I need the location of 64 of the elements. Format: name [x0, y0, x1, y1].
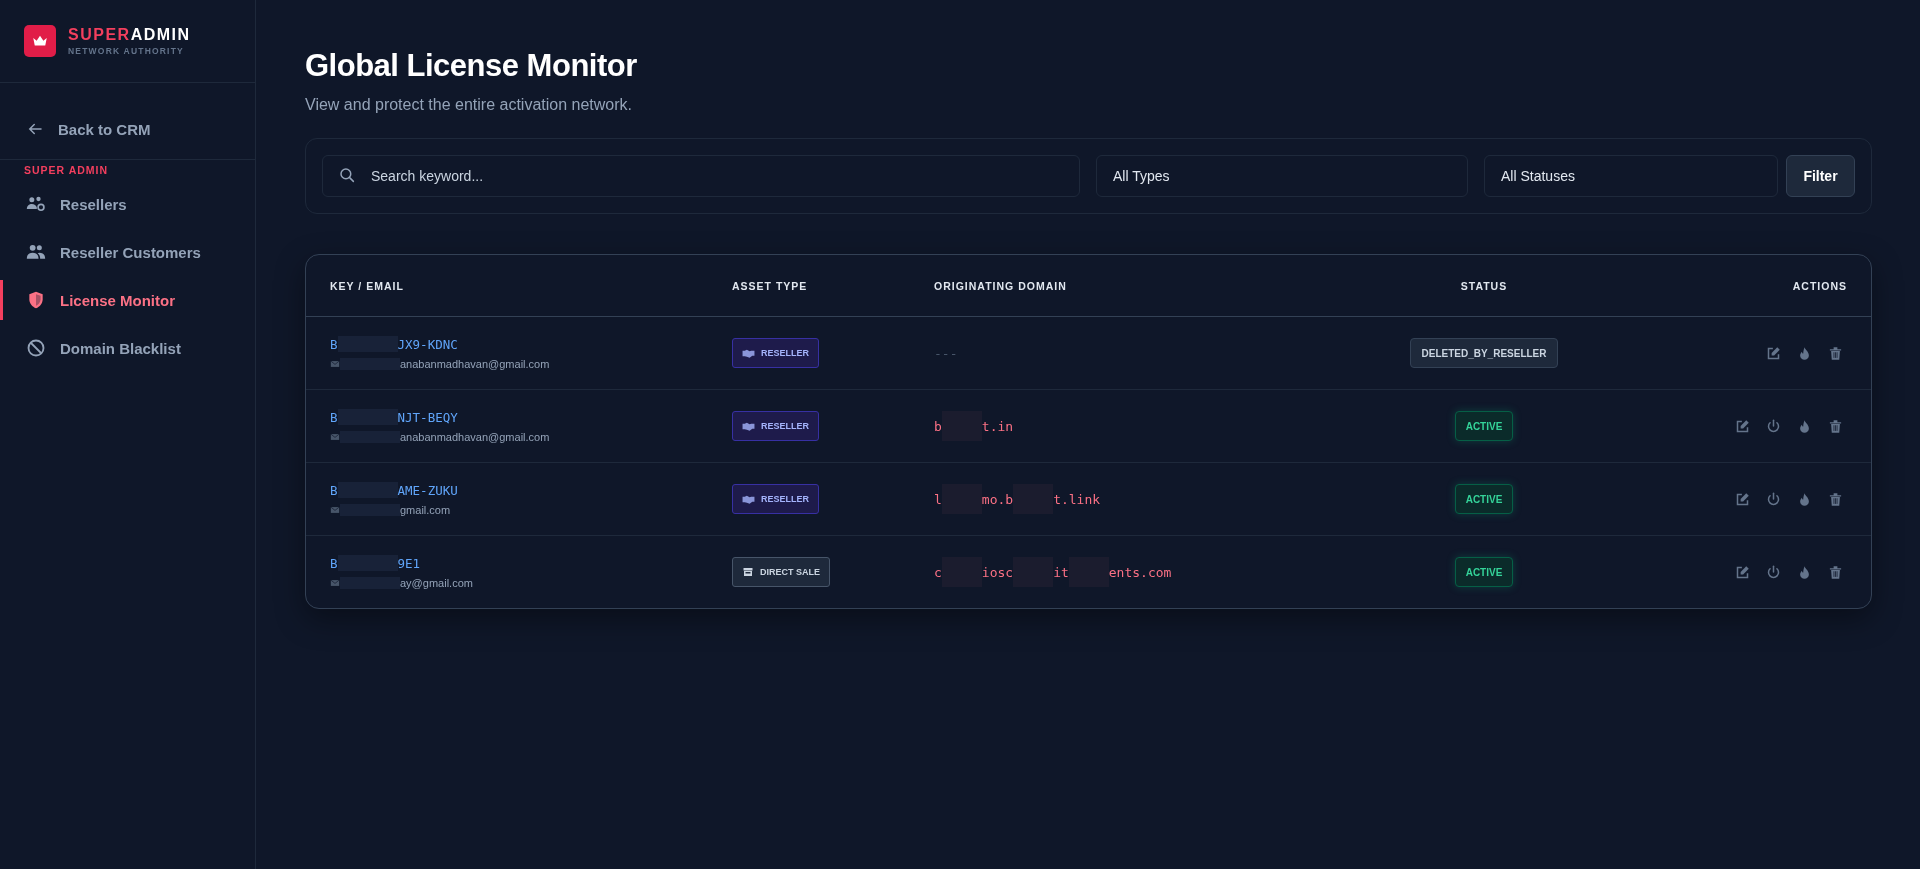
- envelope-icon: [330, 432, 340, 442]
- sidebar-item[interactable]: Reseller Customers: [0, 232, 255, 272]
- sidebar-item[interactable]: License Monitor: [0, 280, 255, 320]
- sidebar-item[interactable]: Resellers: [0, 184, 255, 224]
- redaction-block: [340, 358, 400, 370]
- store-icon: [742, 566, 754, 578]
- column-header: STATUS: [1459, 279, 1509, 292]
- type-dropdown[interactable]: All Types: [1096, 155, 1468, 197]
- filter-button[interactable]: Filter: [1786, 155, 1855, 197]
- domain-text: it: [1053, 564, 1069, 580]
- license-key: B: [330, 336, 338, 352]
- redaction-block: [340, 431, 400, 443]
- status-badge: ACTIVE: [1454, 411, 1514, 441]
- back-link[interactable]: Back to CRM: [0, 111, 151, 147]
- status-badge: ACTIVE: [1454, 484, 1514, 514]
- license-key: 9E1: [397, 555, 421, 571]
- license-key: B: [330, 482, 338, 498]
- crown-logo-icon: [24, 25, 56, 57]
- domain-text: l: [934, 491, 942, 507]
- ban-icon: [26, 338, 46, 358]
- domain-text: mo.b: [981, 491, 1014, 507]
- email-text: ay@gmail.com: [400, 577, 473, 589]
- envelope-icon: [330, 578, 340, 588]
- domain-text: b: [934, 418, 942, 434]
- page-title: Global License Monitor: [305, 48, 638, 84]
- license-key: B: [330, 555, 338, 571]
- status-dropdown[interactable]: All Statuses: [1484, 155, 1778, 197]
- column-header: ORIGINATING DOMAIN: [934, 279, 1068, 292]
- domain-text: t.in: [981, 418, 1014, 434]
- asset-type-badge: RESELLER: [732, 484, 819, 514]
- envelope-icon: [330, 505, 340, 515]
- brand-tagline: NETWORK AUTHORITY: [68, 46, 185, 56]
- status-badge: DELETED_BY_RESELLER: [1410, 338, 1558, 368]
- domain-text: t.link: [1053, 491, 1101, 507]
- search-field[interactable]: Search keyword...: [322, 155, 1080, 197]
- sidebar-item[interactable]: Domain Blacklist: [0, 328, 255, 368]
- envelope-icon: [330, 359, 340, 369]
- column-header: ACTIONS: [1791, 279, 1847, 292]
- license-key: B: [330, 409, 338, 425]
- domain-text: c: [934, 564, 942, 580]
- asset-type-badge: RESELLER: [732, 411, 819, 441]
- license-key: JX9-KDNC: [397, 336, 458, 352]
- email-text: anabanmadhavan@gmail.com: [400, 431, 550, 443]
- license-key: NJT-BEQY: [397, 409, 458, 425]
- domain-text: ---: [934, 345, 958, 361]
- shield-icon: [26, 290, 46, 310]
- users-gear-icon: [26, 194, 46, 214]
- column-header: ASSET TYPE: [732, 279, 809, 292]
- email-text: gmail.com: [400, 504, 451, 516]
- search-icon: [338, 166, 356, 184]
- redaction-block: [340, 504, 400, 516]
- asset-type-badge: RESELLER: [732, 338, 819, 368]
- brand-name: SUPERADMIN: [68, 26, 191, 44]
- license-key: AME-ZUKU: [397, 482, 458, 498]
- section-label: SUPER ADMIN: [23, 163, 110, 176]
- asset-type-badge: DIRECT SALE: [732, 557, 830, 587]
- domain-text: ents.com: [1108, 564, 1172, 580]
- column-header: KEY / EMAIL: [330, 279, 405, 292]
- domain-text: iosc: [981, 564, 1014, 580]
- status-badge: ACTIVE: [1454, 557, 1514, 587]
- page-subtitle: View and protect the entire activation network.: [305, 96, 633, 114]
- email-text: anabanmadhavan@gmail.com: [400, 358, 550, 370]
- redaction-block: [340, 577, 400, 589]
- users-icon: [26, 242, 46, 262]
